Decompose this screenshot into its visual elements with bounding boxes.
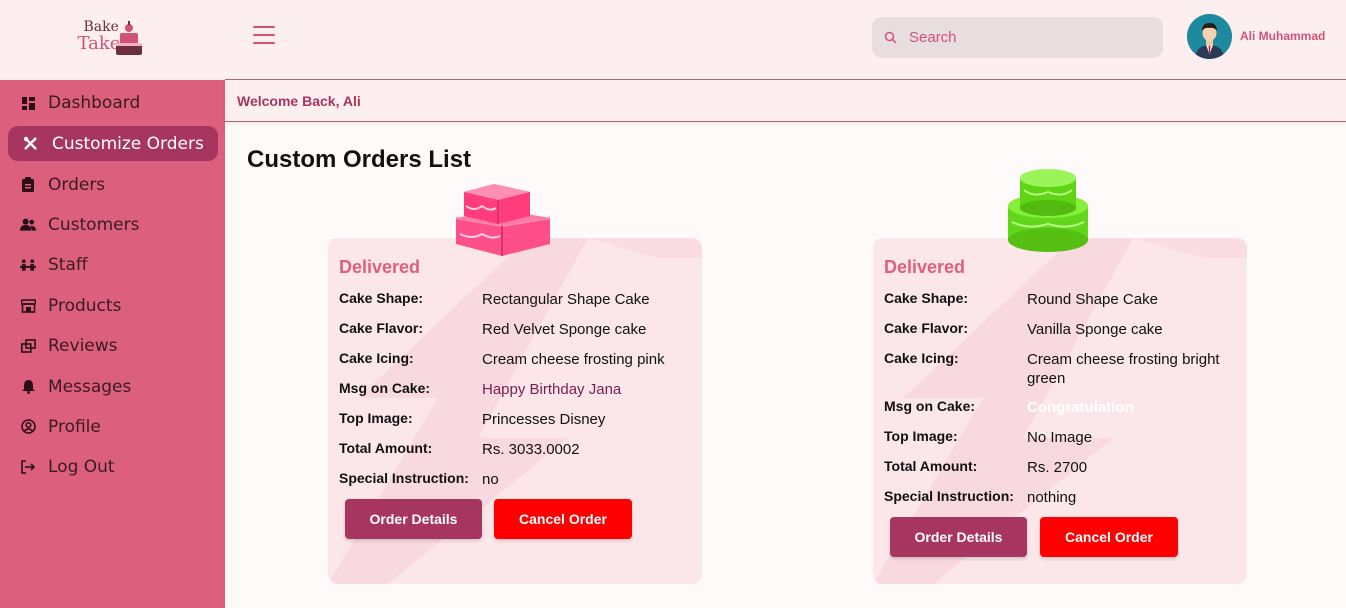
sidebar-item-log-out[interactable]: Log Out xyxy=(0,447,225,487)
field-value: no xyxy=(482,471,499,488)
sidebar-item-products[interactable]: Products xyxy=(0,286,225,326)
order-field-special: Special Instruction: nothing xyxy=(884,488,1244,508)
sidebar-item-orders[interactable]: Orders xyxy=(0,164,225,204)
sidebar-item-label: Products xyxy=(48,295,122,316)
sidebar-item-label: Staff xyxy=(48,255,88,276)
field-label: Cake Flavor: xyxy=(884,320,969,336)
field-label: Msg on Cake: xyxy=(339,380,431,396)
order-field-flavor: Cake Flavor: Vanilla Sponge cake xyxy=(884,320,1244,340)
field-label: Cake Flavor: xyxy=(339,320,424,336)
menu-toggle-icon[interactable] xyxy=(253,26,275,44)
field-label: Cake Shape: xyxy=(884,290,969,306)
search-box[interactable] xyxy=(872,17,1163,58)
search-input[interactable] xyxy=(909,29,1139,46)
order-details-button[interactable]: Order Details xyxy=(345,499,482,539)
top-header: Ali Muhammad xyxy=(225,0,1346,80)
field-value: Rs. 2700 xyxy=(1027,459,1088,476)
brand-logo[interactable]: Bake Take xyxy=(68,15,158,65)
field-value: Cream cheese frosting pink xyxy=(482,351,665,368)
sidebar-item-staff[interactable]: Staff xyxy=(0,245,225,285)
sidebar-item-label: Log Out xyxy=(48,457,115,478)
order-details-button[interactable]: Order Details xyxy=(890,517,1027,557)
sidebar-item-label: Messages xyxy=(48,376,132,397)
store-icon xyxy=(20,298,36,314)
field-label: Special Instruction: xyxy=(884,488,1014,504)
sidebar-item-label: Customers xyxy=(48,214,140,235)
field-label: Cake Shape: xyxy=(339,290,424,306)
sidebar-item-dashboard[interactable]: Dashboard xyxy=(0,83,225,123)
order-field-total: Total Amount: Rs. 3033.0002 xyxy=(339,440,699,460)
order-field-icing: Cake Icing: Cream cheese frosting bright… xyxy=(884,350,1244,390)
field-value: Rs. 3033.0002 xyxy=(482,441,580,458)
logo-area: Bake Take xyxy=(0,0,225,80)
sidebar-item-messages[interactable]: Messages xyxy=(0,366,225,406)
bell-icon xyxy=(20,379,36,395)
field-value: Rectangular Shape Cake xyxy=(482,291,650,308)
order-field-msg: Msg on Cake: Congratulation xyxy=(884,398,1244,418)
green-round-cake-image xyxy=(1008,169,1088,252)
field-label: Top Image: xyxy=(884,428,958,444)
field-value: Vanilla Sponge cake xyxy=(1027,321,1163,338)
sidebar-item-label: Reviews xyxy=(48,336,118,357)
cancel-order-button[interactable]: Cancel Order xyxy=(494,499,632,539)
user-circle-icon xyxy=(20,419,36,435)
user-avatar-icon xyxy=(1187,14,1232,59)
page-title: Custom Orders List xyxy=(247,146,472,173)
dashboard-icon xyxy=(20,95,36,111)
order-field-top-image: Top Image: No Image xyxy=(884,428,1244,448)
logout-icon xyxy=(20,459,36,475)
sidebar: Bake Take Dashboard Customize Orders Ord… xyxy=(0,0,225,608)
field-value: Congratulation xyxy=(1027,399,1134,416)
field-value: nothing xyxy=(1027,489,1077,506)
welcome-bar: Welcome Back, Ali xyxy=(225,80,1346,122)
field-label: Total Amount: xyxy=(339,440,433,456)
field-value: Red Velvet Sponge cake xyxy=(482,321,647,338)
order-field-shape: Cake Shape: Round Shape Cake xyxy=(884,290,1244,310)
field-value: Cream cheese frosting bright green xyxy=(1027,351,1220,387)
sidebar-item-customize-orders[interactable]: Customize Orders xyxy=(8,126,218,162)
reviews-icon xyxy=(20,338,36,354)
order-field-top-image: Top Image: Princesses Disney xyxy=(339,410,699,430)
order-field-msg: Msg on Cake: Happy Birthday Jana xyxy=(339,380,699,400)
cancel-order-button[interactable]: Cancel Order xyxy=(1040,517,1178,557)
avatar[interactable] xyxy=(1187,14,1232,59)
field-value: Round Shape Cake xyxy=(1027,291,1158,308)
field-label: Top Image: xyxy=(339,410,413,426)
order-field-shape: Cake Shape: Rectangular Shape Cake xyxy=(339,290,699,310)
sidebar-item-label: Dashboard xyxy=(48,93,141,114)
sidebar-item-label: Profile xyxy=(48,416,101,437)
field-label: Cake Icing: xyxy=(339,350,414,366)
pink-rectangular-cake-image xyxy=(455,184,551,256)
field-value: No Image xyxy=(1027,429,1093,446)
clipboard-icon xyxy=(20,177,36,193)
sidebar-item-label: Customize Orders xyxy=(52,133,204,154)
order-field-total: Total Amount: Rs. 2700 xyxy=(884,458,1244,478)
order-field-icing: Cake Icing: Cream cheese frosting pink xyxy=(339,350,699,370)
sidebar-nav: Dashboard Customize Orders Orders Custom… xyxy=(0,83,225,488)
sidebar-item-customers[interactable]: Customers xyxy=(0,205,225,245)
search-icon xyxy=(884,31,897,44)
field-label: Special Instruction: xyxy=(339,470,469,486)
field-value: Happy Birthday Jana xyxy=(482,381,622,398)
sidebar-item-label: Orders xyxy=(48,174,106,195)
sidebar-item-reviews[interactable]: Reviews xyxy=(0,326,225,366)
order-field-special: Special Instruction: no xyxy=(339,470,699,490)
welcome-text: Welcome Back, Ali xyxy=(237,93,361,109)
logo-cake-icon xyxy=(115,21,142,55)
field-label: Total Amount: xyxy=(884,458,978,474)
field-label: Cake Icing: xyxy=(884,350,959,366)
field-value: Princesses Disney xyxy=(482,411,606,428)
staff-icon xyxy=(20,257,36,273)
order-status: Delivered xyxy=(884,257,966,277)
user-name[interactable]: Ali Muhammad xyxy=(1240,29,1325,43)
order-field-flavor: Cake Flavor: Red Velvet Sponge cake xyxy=(339,320,699,340)
sidebar-item-profile[interactable]: Profile xyxy=(0,407,225,447)
users-icon xyxy=(20,217,36,233)
order-status: Delivered xyxy=(339,257,421,277)
tools-icon xyxy=(22,136,38,152)
field-label: Msg on Cake: xyxy=(884,398,976,414)
